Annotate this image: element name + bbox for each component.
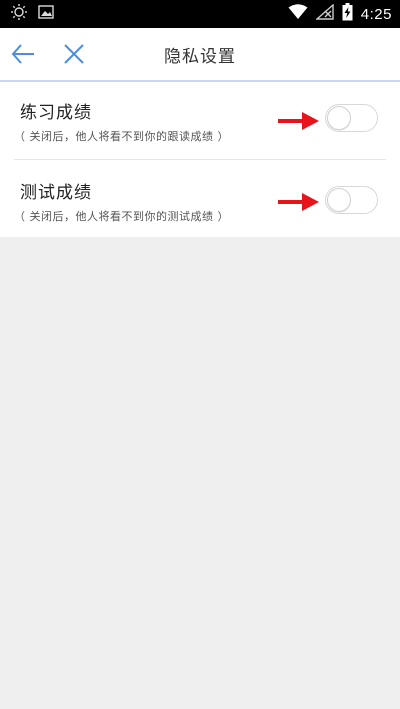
page-title: 隐私设置 — [164, 47, 236, 67]
setting-title: 测试成绩 — [20, 183, 92, 203]
image-icon — [38, 4, 54, 24]
setting-description: （ 关闭后，他人将看不到你的测试成绩 ） — [14, 210, 229, 223]
wifi-icon — [288, 4, 308, 24]
toggle-knob — [327, 188, 351, 212]
toggle-knob — [327, 106, 351, 130]
red-arrow-icon — [278, 112, 319, 130]
privacy-settings-list: 练习成绩 （ 关闭后，他人将看不到你的跟读成绩 ） 测试成绩 （ 关闭后，他人将… — [0, 82, 400, 237]
status-time: 4:25 — [360, 5, 392, 23]
no-signal-icon — [314, 3, 334, 24]
status-bar: 4:25 — [0, 0, 400, 28]
status-left — [10, 4, 54, 24]
setting-title: 练习成绩 — [20, 103, 92, 123]
setting-row-practice-score: 练习成绩 （ 关闭后，他人将看不到你的跟读成绩 ） — [14, 82, 386, 159]
red-arrow-icon — [278, 193, 319, 211]
battery-charging-icon — [342, 3, 353, 25]
setting-row-test-score: 测试成绩 （ 关闭后，他人将看不到你的测试成绩 ） — [14, 159, 386, 237]
practice-score-toggle[interactable] — [325, 104, 378, 132]
test-score-toggle[interactable] — [325, 186, 378, 214]
setting-description: （ 关闭后，他人将看不到你的跟读成绩 ） — [14, 130, 229, 143]
top-navigation-bar: 隐私设置 — [0, 28, 400, 82]
status-right: 4:25 — [288, 3, 392, 25]
brightness-icon — [10, 3, 28, 25]
